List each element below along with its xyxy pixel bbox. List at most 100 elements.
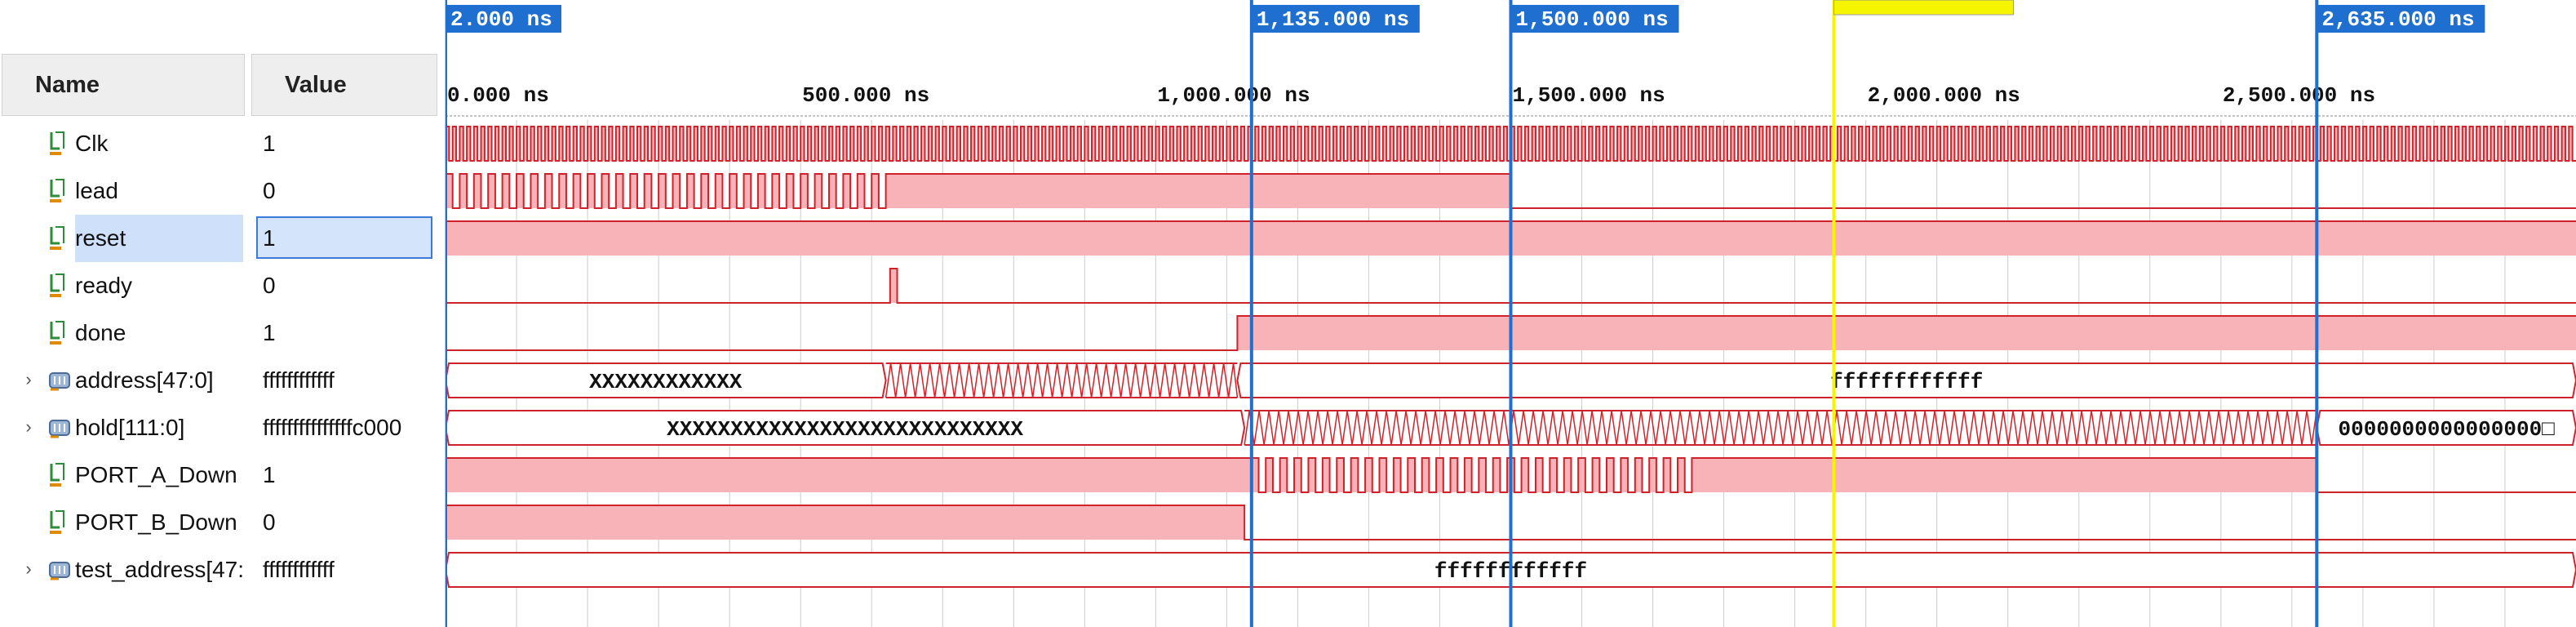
signal-row[interactable]: › test_address[47: ffffffffffff bbox=[0, 546, 446, 594]
wave-high-fill bbox=[1678, 458, 1685, 492]
bus-value-text: XXXXXXXXXXXXXXXXXXXXXXXXXXXX bbox=[667, 417, 1023, 442]
marker-label[interactable]: 1,500.000 ns bbox=[1510, 5, 1679, 33]
signal-name[interactable]: PORT_B_Down bbox=[75, 499, 243, 546]
bus-value-text: ffffffffffff bbox=[1830, 370, 1983, 394]
waveform-area[interactable]: 0.000 ns 500.000 ns 1,000.000 ns 1,500.000 … bbox=[446, 0, 2576, 627]
wave-high-fill bbox=[559, 174, 566, 208]
signal-row[interactable]: ready 0 bbox=[0, 262, 446, 309]
wave-high-fill bbox=[1634, 458, 1643, 492]
bit-signal-icon bbox=[50, 131, 64, 155]
wave-high-fill bbox=[743, 174, 752, 208]
wave-high-fill bbox=[530, 174, 539, 208]
signal-row[interactable]: PORT_A_Down 1 bbox=[0, 451, 446, 499]
wave-high-fill bbox=[1379, 458, 1387, 492]
wave-high-fill bbox=[843, 174, 851, 208]
wave-high-fill bbox=[1266, 458, 1273, 492]
bus-signal-icon bbox=[49, 420, 70, 438]
wave-high-fill bbox=[715, 174, 723, 208]
signal-name[interactable]: hold[111:0] bbox=[75, 404, 243, 451]
wave-high-fill bbox=[1535, 458, 1543, 492]
wave-high-fill bbox=[488, 174, 495, 208]
time-tick-label: 2,000.000 ns bbox=[1868, 83, 2020, 108]
marker-label[interactable]: 2,635.000 ns bbox=[2317, 5, 2485, 33]
wave-high-fill bbox=[658, 174, 666, 208]
bus-signal-icon bbox=[49, 372, 70, 391]
time-tick-label: 2,500.000 ns bbox=[2223, 83, 2375, 108]
signal-name[interactable]: address[47:0] bbox=[75, 357, 243, 404]
wave-high-fill bbox=[786, 174, 794, 208]
wave-high-fill bbox=[517, 174, 524, 208]
signal-row[interactable]: reset 1 bbox=[0, 215, 446, 262]
marker-label[interactable]: 1,135.000 ns bbox=[1251, 5, 1420, 33]
wave-high-fill bbox=[686, 174, 694, 208]
wave-high-fill bbox=[544, 174, 552, 208]
bus-value-text: XXXXXXXXXXXX bbox=[589, 370, 743, 394]
signal-name[interactable]: ready bbox=[75, 262, 243, 309]
marker-label-text: 2,635.000 ns bbox=[2321, 7, 2474, 32]
bit-signal-icon bbox=[50, 463, 64, 487]
signal-name[interactable]: PORT_A_Down bbox=[75, 451, 243, 499]
signal-row[interactable]: PORT_B_Down 0 bbox=[0, 499, 446, 546]
signal-name[interactable]: Clk bbox=[75, 120, 243, 167]
wave-high-fill bbox=[1322, 458, 1330, 492]
signal-name[interactable]: done bbox=[75, 309, 243, 357]
wave-high-fill bbox=[644, 174, 652, 208]
wave-high-fill bbox=[885, 174, 1511, 208]
signal-row[interactable]: done 1 bbox=[0, 309, 446, 357]
signal-row[interactable]: lead 0 bbox=[0, 167, 446, 215]
wave-high-fill bbox=[1606, 458, 1614, 492]
bit-signal-icon bbox=[50, 226, 64, 250]
name-column-header[interactable]: Name bbox=[2, 54, 245, 116]
time-tick-label: 0.000 ns bbox=[447, 83, 549, 108]
time-tick-label: 500.000 ns bbox=[802, 83, 929, 108]
chevron-right-icon[interactable]: › bbox=[18, 558, 39, 580]
wave-high-fill bbox=[1421, 458, 1430, 492]
wave-high-fill bbox=[1479, 458, 1487, 492]
wave-high-fill bbox=[1365, 458, 1372, 492]
wave-high-fill bbox=[772, 174, 780, 208]
signal-name[interactable]: reset bbox=[75, 215, 243, 262]
marker-label[interactable]: 2.000 ns bbox=[446, 5, 561, 33]
wave-high-fill bbox=[672, 174, 681, 208]
marker-label-text: 1,135.000 ns bbox=[1257, 7, 1409, 32]
value-column-header[interactable]: Value bbox=[251, 54, 437, 116]
wave-high-fill bbox=[446, 458, 1252, 492]
signal-name[interactable]: test_address[47: bbox=[75, 546, 243, 594]
wave-high-fill bbox=[757, 174, 765, 208]
wave-high-fill bbox=[889, 269, 898, 303]
wave-high-fill bbox=[1294, 458, 1301, 492]
cursor-label-box bbox=[1833, 0, 2015, 16]
bus-hatch bbox=[1244, 410, 2318, 446]
wave-high-fill bbox=[1691, 458, 2317, 492]
wave-high-fill bbox=[459, 174, 468, 208]
signal-row[interactable]: Clk 1 bbox=[0, 120, 446, 167]
waveform-canvas[interactable]: 0.000 ns 500.000 ns 1,000.000 ns 1,500.000 … bbox=[446, 0, 2576, 627]
wave-high-fill bbox=[473, 174, 481, 208]
wave-high-fill bbox=[601, 174, 610, 208]
wave-high-fill bbox=[1237, 316, 2576, 350]
signal-row[interactable]: › hold[111:0] fffffffffffffffc000 bbox=[0, 404, 446, 451]
wave-high-fill bbox=[1393, 458, 1401, 492]
wave-high-fill bbox=[1464, 458, 1472, 492]
signal-row[interactable]: › address[47:0] ffffffffffff bbox=[0, 357, 446, 404]
wave-high-fill bbox=[1663, 458, 1671, 492]
signal-value: fffffffffffffffc000 bbox=[263, 415, 402, 440]
signal-value: 0 bbox=[263, 509, 276, 535]
wave-high-fill bbox=[1279, 458, 1288, 492]
chevron-right-icon[interactable]: › bbox=[18, 416, 39, 438]
wave-high-fill bbox=[1563, 458, 1572, 492]
marker-label-text: 1,500.000 ns bbox=[1516, 7, 1669, 32]
wave-high-fill bbox=[1521, 458, 1529, 492]
chevron-right-icon[interactable]: › bbox=[18, 369, 39, 390]
signal-value: ffffffffffff bbox=[263, 367, 335, 393]
signal-name[interactable]: lead bbox=[75, 167, 243, 215]
wave-high-fill bbox=[1436, 458, 1443, 492]
wave-high-fill bbox=[1621, 458, 1629, 492]
wave-high-fill bbox=[701, 174, 709, 208]
wave-high-fill bbox=[630, 174, 637, 208]
wave-high-fill bbox=[1649, 458, 1656, 492]
bit-signal-icon bbox=[50, 179, 64, 202]
wave-high-fill bbox=[502, 174, 510, 208]
bus-signal-icon bbox=[49, 562, 70, 580]
signal-value: ffffffffffff bbox=[263, 557, 335, 582]
